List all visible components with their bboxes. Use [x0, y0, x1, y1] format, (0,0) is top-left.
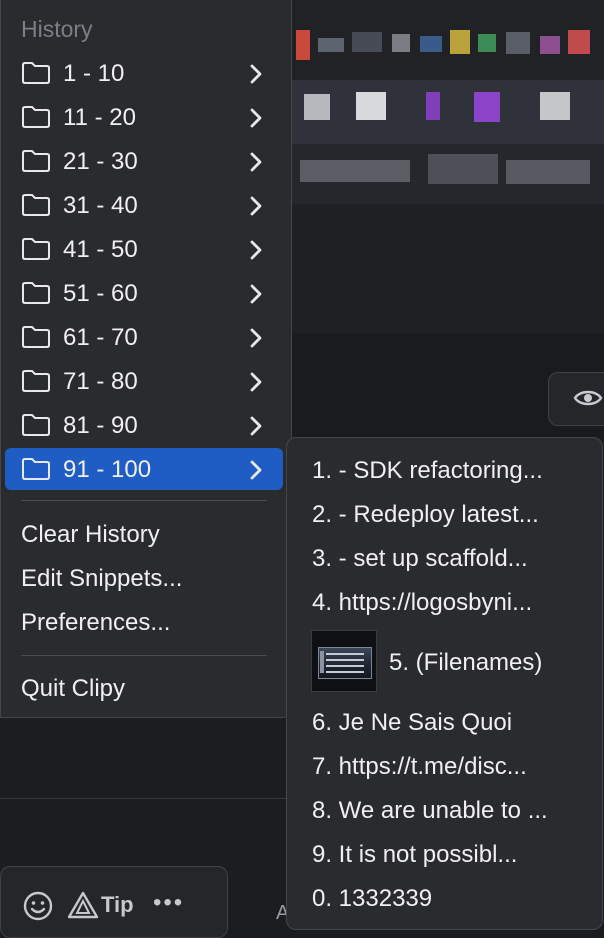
chevron-right-icon [249, 284, 263, 309]
chevron-right-icon [249, 372, 263, 397]
edit-snippets-item[interactable]: Edit Snippets... [21, 565, 182, 593]
folder-label: 61 - 70 [63, 324, 138, 351]
folder-item[interactable]: 41 - 50 [5, 228, 283, 270]
chevron-right-icon [249, 460, 263, 485]
smiley-icon[interactable] [23, 891, 53, 926]
folder-icon [21, 61, 51, 90]
tip-label[interactable]: Tip [101, 892, 134, 918]
quit-clipy-item[interactable]: Quit Clipy [21, 675, 125, 703]
folder-label: 81 - 90 [63, 412, 138, 439]
history-item[interactable]: 2. - Redeploy latest... [312, 501, 539, 529]
chevron-right-icon [249, 64, 263, 89]
preferences-item[interactable]: Preferences... [21, 609, 170, 637]
chevron-right-icon [249, 108, 263, 133]
folder-icon [21, 105, 51, 134]
pixel-block [304, 94, 330, 120]
composer-toolbar: Tip ••• [0, 866, 228, 938]
pixel-block [568, 30, 590, 54]
clip-thumbnail-image [311, 630, 377, 692]
more-dots-icon[interactable]: ••• [153, 889, 184, 917]
folder-label: 31 - 40 [63, 192, 138, 219]
folder-label: 51 - 60 [63, 280, 138, 307]
folder-item[interactable]: 21 - 30 [5, 140, 283, 182]
folder-item[interactable]: 91 - 100 [5, 448, 283, 490]
folder-item[interactable]: 61 - 70 [5, 316, 283, 358]
folder-label: 11 - 20 [63, 104, 136, 131]
pixel-block [426, 92, 440, 120]
pixel-block [506, 160, 590, 184]
folder-item[interactable]: 71 - 80 [5, 360, 283, 402]
pixel-block [296, 30, 310, 60]
background-divider [0, 798, 290, 799]
clipy-history-menu: History 1 - 10 11 - 20 21 - 30 31 - 40 41 - … [0, 0, 292, 718]
menu-separator [21, 500, 267, 501]
pixel-block [318, 38, 344, 52]
pixel-block [450, 30, 470, 54]
chevron-right-icon [249, 240, 263, 265]
background-panel [290, 204, 604, 334]
folder-label: 91 - 100 [63, 456, 152, 483]
history-item[interactable]: 7. https://t.me/disc... [312, 753, 527, 781]
pixel-block [420, 36, 442, 52]
history-item[interactable]: 3. - set up scaffold... [312, 545, 528, 573]
history-item[interactable]: 8. We are unable to ... [312, 797, 548, 825]
pixel-block [428, 154, 498, 184]
folder-label: 1 - 10 [63, 60, 125, 87]
folder-icon [21, 325, 51, 354]
pixel-block [506, 32, 530, 54]
folder-icon [21, 457, 51, 486]
clear-history-item[interactable]: Clear History [21, 521, 160, 549]
pixel-block [300, 160, 410, 182]
history-item[interactable]: 6. Je Ne Sais Quoi [312, 709, 512, 737]
folder-icon [21, 237, 51, 266]
folder-icon [21, 149, 51, 178]
folder-item[interactable]: 31 - 40 [5, 184, 283, 226]
folder-icon [21, 193, 51, 222]
history-item[interactable]: 9. It is not possibl... [312, 841, 517, 869]
folder-icon [21, 281, 51, 310]
menu-separator [21, 655, 267, 656]
pixel-block [352, 32, 382, 52]
pixel-block [356, 92, 386, 120]
chevron-right-icon [249, 328, 263, 353]
folder-item[interactable]: 81 - 90 [5, 404, 283, 446]
pixel-block [478, 34, 496, 52]
folder-icon [21, 369, 51, 398]
folder-label: 21 - 30 [63, 148, 138, 175]
folder-label: 41 - 50 [63, 236, 138, 263]
eye-icon [573, 390, 603, 406]
folder-item[interactable]: 1 - 10 [5, 52, 283, 94]
folder-item[interactable]: 11 - 20 [5, 96, 283, 138]
chevron-right-icon [249, 196, 263, 221]
pixel-block [540, 36, 560, 54]
history-item[interactable]: 1. - SDK refactoring... [312, 457, 543, 485]
chevron-right-icon [249, 416, 263, 441]
chevron-right-icon [249, 152, 263, 177]
folder-label: 71 - 80 [63, 368, 138, 395]
tip-triangle-icon [67, 891, 99, 924]
history-item[interactable]: 4. https://logosbyni... [312, 589, 532, 617]
pixel-block [540, 92, 570, 120]
pixel-block [392, 34, 410, 52]
pixel-block [474, 92, 500, 122]
history-item[interactable]: 5. (Filenames) [389, 649, 542, 677]
visibility-toggle-button[interactable] [548, 372, 604, 426]
menu-header: History [21, 16, 93, 42]
history-item[interactable]: 0. 1332339 [312, 885, 432, 913]
folder-icon [21, 413, 51, 442]
folder-item[interactable]: 51 - 60 [5, 272, 283, 314]
history-submenu: 1. - SDK refactoring... 2. - Redeploy lat… [286, 437, 603, 930]
